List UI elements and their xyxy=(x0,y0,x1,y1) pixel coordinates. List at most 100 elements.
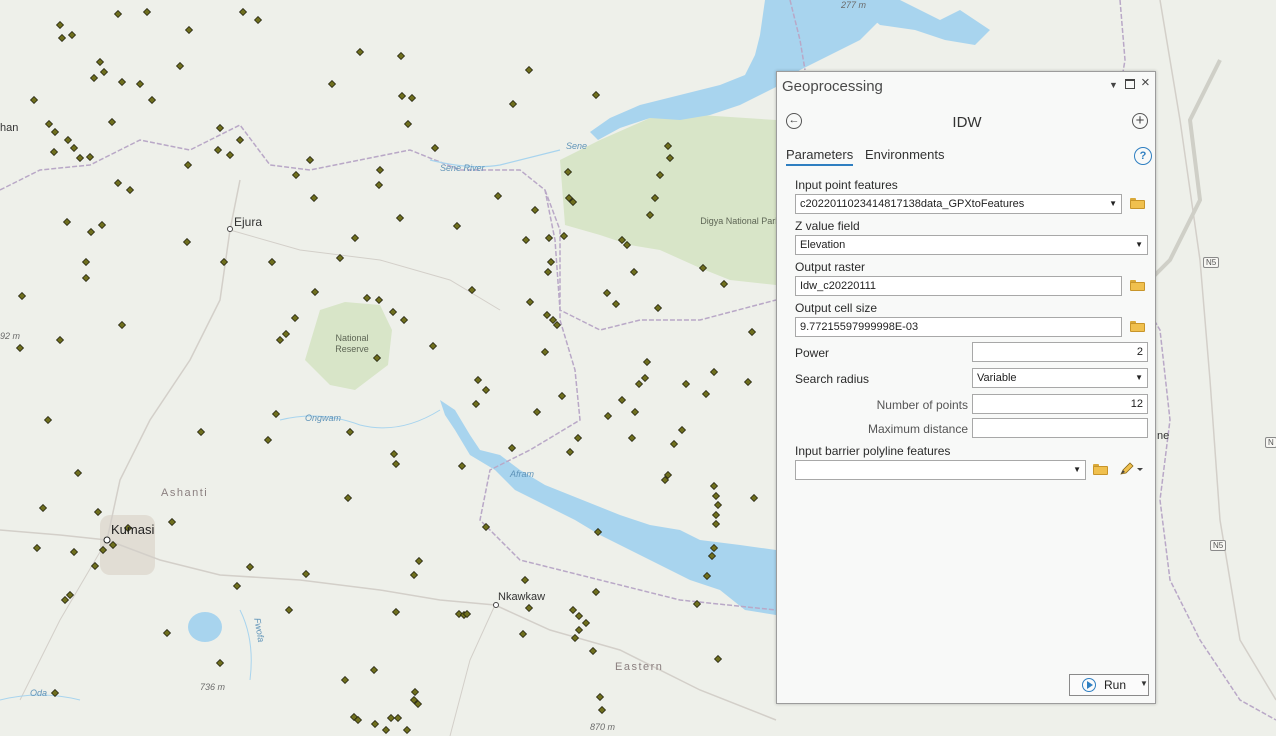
point-feature[interactable] xyxy=(530,205,540,215)
point-feature[interactable] xyxy=(629,267,639,277)
point-feature[interactable] xyxy=(345,427,355,437)
point-feature[interactable] xyxy=(62,217,72,227)
point-feature[interactable] xyxy=(375,165,385,175)
input-barrier-select[interactable]: ▼ xyxy=(795,460,1086,480)
chevron-down-icon[interactable]: ▼ xyxy=(1135,236,1143,254)
point-feature[interactable] xyxy=(374,180,384,190)
point-feature[interactable] xyxy=(430,143,440,153)
point-feature[interactable] xyxy=(55,20,65,30)
point-feature[interactable] xyxy=(414,556,424,566)
point-feature[interactable] xyxy=(397,91,407,101)
output-raster-input[interactable]: Idw_c20220111 xyxy=(795,276,1122,296)
point-feature[interactable] xyxy=(350,233,360,243)
point-feature[interactable] xyxy=(97,220,107,230)
point-feature[interactable] xyxy=(89,73,99,83)
point-feature[interactable] xyxy=(493,191,503,201)
point-feature[interactable] xyxy=(113,9,123,19)
point-feature[interactable] xyxy=(627,433,637,443)
point-feature[interactable] xyxy=(588,646,598,656)
point-feature[interactable] xyxy=(396,51,406,61)
point-feature[interactable] xyxy=(215,658,225,668)
point-feature[interactable] xyxy=(711,491,721,501)
point-feature[interactable] xyxy=(525,297,535,307)
point-feature[interactable] xyxy=(713,500,723,510)
point-feature[interactable] xyxy=(85,152,95,162)
point-feature[interactable] xyxy=(113,178,123,188)
point-feature[interactable] xyxy=(709,367,719,377)
browse-barrier-folder-icon[interactable] xyxy=(1093,464,1108,475)
chevron-down-icon[interactable]: ▼ xyxy=(1140,679,1148,688)
point-feature[interactable] xyxy=(196,427,206,437)
point-feature[interactable] xyxy=(275,335,285,345)
point-feature[interactable] xyxy=(343,493,353,503)
maximize-icon[interactable] xyxy=(1125,77,1135,89)
point-feature[interactable] xyxy=(17,291,27,301)
point-feature[interactable] xyxy=(310,287,320,297)
add-button[interactable]: + xyxy=(1132,113,1148,129)
point-feature[interactable] xyxy=(532,407,542,417)
point-feature[interactable] xyxy=(184,25,194,35)
point-feature[interactable] xyxy=(410,687,420,697)
run-button[interactable]: Run ▼ xyxy=(1069,674,1149,696)
point-feature[interactable] xyxy=(642,357,652,367)
point-feature[interactable] xyxy=(147,95,157,105)
point-feature[interactable] xyxy=(711,510,721,520)
browse-cell-size-folder-icon[interactable] xyxy=(1130,321,1145,332)
point-feature[interactable] xyxy=(63,135,73,145)
point-feature[interactable] xyxy=(471,399,481,409)
point-feature[interactable] xyxy=(391,459,401,469)
tab-parameters[interactable]: Parameters xyxy=(786,147,854,166)
point-feature[interactable] xyxy=(709,481,719,491)
point-feature[interactable] xyxy=(57,33,67,43)
point-feature[interactable] xyxy=(235,135,245,145)
point-feature[interactable] xyxy=(719,279,729,289)
point-feature[interactable] xyxy=(546,257,556,267)
point-feature[interactable] xyxy=(67,30,77,40)
point-feature[interactable] xyxy=(701,389,711,399)
point-feature[interactable] xyxy=(301,569,311,579)
point-feature[interactable] xyxy=(473,375,483,385)
point-feature[interactable] xyxy=(117,77,127,87)
point-feature[interactable] xyxy=(135,79,145,89)
point-feature[interactable] xyxy=(574,625,584,635)
point-feature[interactable] xyxy=(38,503,48,513)
point-feature[interactable] xyxy=(32,543,42,553)
point-feature[interactable] xyxy=(407,93,417,103)
point-feature[interactable] xyxy=(524,65,534,75)
number-of-points-input[interactable]: 12 xyxy=(972,394,1148,414)
point-feature[interactable] xyxy=(574,611,584,621)
point-feature[interactable] xyxy=(457,461,467,471)
point-feature[interactable] xyxy=(388,307,398,317)
point-feature[interactable] xyxy=(65,590,75,600)
point-feature[interactable] xyxy=(107,117,117,127)
point-feature[interactable] xyxy=(370,719,380,729)
point-feature[interactable] xyxy=(681,379,691,389)
point-feature[interactable] xyxy=(565,447,575,457)
point-feature[interactable] xyxy=(403,119,413,129)
point-feature[interactable] xyxy=(381,725,391,735)
point-feature[interactable] xyxy=(245,562,255,572)
point-feature[interactable] xyxy=(75,153,85,163)
point-feature[interactable] xyxy=(90,561,100,571)
power-input[interactable]: 2 xyxy=(972,342,1148,362)
point-feature[interactable] xyxy=(597,705,607,715)
point-feature[interactable] xyxy=(603,411,613,421)
browse-output-folder-icon[interactable] xyxy=(1130,280,1145,291)
point-feature[interactable] xyxy=(232,581,242,591)
point-feature[interactable] xyxy=(44,119,54,129)
point-feature[interactable] xyxy=(355,47,365,57)
point-feature[interactable] xyxy=(125,185,135,195)
point-feature[interactable] xyxy=(452,221,462,231)
point-feature[interactable] xyxy=(225,150,235,160)
point-feature[interactable] xyxy=(374,295,384,305)
point-feature[interactable] xyxy=(713,654,723,664)
point-feature[interactable] xyxy=(175,61,185,71)
point-feature[interactable] xyxy=(409,570,419,580)
point-feature[interactable] xyxy=(183,160,193,170)
point-feature[interactable] xyxy=(634,379,644,389)
point-feature[interactable] xyxy=(402,725,412,735)
point-feature[interactable] xyxy=(747,327,757,337)
chevron-down-icon[interactable]: ▼ xyxy=(1109,195,1117,213)
point-feature[interactable] xyxy=(253,15,263,25)
point-feature[interactable] xyxy=(142,7,152,17)
